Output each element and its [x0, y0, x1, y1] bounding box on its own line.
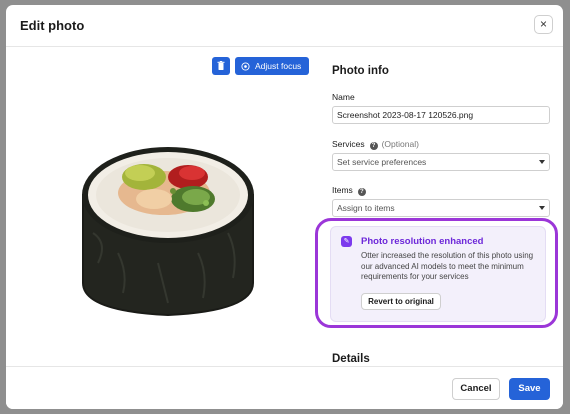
close-button[interactable]: × — [534, 15, 553, 34]
services-label-text: Services — [332, 139, 365, 149]
modal-header: Edit photo × — [6, 5, 563, 47]
services-placeholder: Set service preferences — [337, 157, 427, 167]
resolution-enhanced-callout: ✎ Photo resolution enhanced Otter increa… — [330, 226, 546, 322]
sushi-photo — [82, 147, 254, 317]
items-placeholder: Assign to items — [337, 203, 395, 213]
help-icon[interactable]: ? — [369, 142, 378, 150]
modal-title: Edit photo — [20, 18, 85, 33]
services-label: Services? (Optional) — [332, 139, 419, 150]
photo-preview: Adjust focus — [6, 47, 318, 365]
callout-body: Otter increased the resolution of this p… — [361, 251, 534, 281]
services-optional: (Optional) — [381, 139, 419, 149]
chevron-down-icon — [539, 206, 545, 210]
details-heading: Details — [332, 353, 370, 365]
name-value: Screenshot 2023-08-17 120526.png — [337, 110, 474, 120]
save-button[interactable]: Save — [509, 378, 550, 400]
focus-icon — [241, 61, 250, 71]
close-icon: × — [539, 17, 547, 31]
name-label: Name — [332, 92, 355, 102]
delete-photo-button[interactable] — [212, 57, 230, 75]
items-label-text: Items — [332, 185, 353, 195]
cancel-button[interactable]: Cancel — [452, 378, 500, 400]
trash-icon — [217, 61, 225, 70]
modal-footer: Cancel Save — [6, 366, 563, 409]
adjust-focus-label: Adjust focus — [255, 61, 302, 71]
photo-info-heading: Photo info — [332, 65, 389, 77]
chevron-down-icon — [539, 160, 545, 164]
name-input[interactable]: Screenshot 2023-08-17 120526.png — [332, 106, 550, 124]
adjust-focus-button[interactable]: Adjust focus — [235, 57, 309, 75]
magic-wand-icon: ✎ — [341, 236, 352, 247]
services-select[interactable]: Set service preferences — [332, 153, 550, 171]
edit-photo-modal: Edit photo × Adjust focus Photo info Nam… — [6, 5, 563, 409]
items-select[interactable]: Assign to items — [332, 199, 550, 217]
items-label: Items? — [332, 185, 366, 196]
callout-title: Photo resolution enhanced — [361, 236, 484, 247]
revert-to-original-button[interactable]: Revert to original — [361, 293, 441, 310]
help-icon[interactable]: ? — [357, 188, 366, 196]
